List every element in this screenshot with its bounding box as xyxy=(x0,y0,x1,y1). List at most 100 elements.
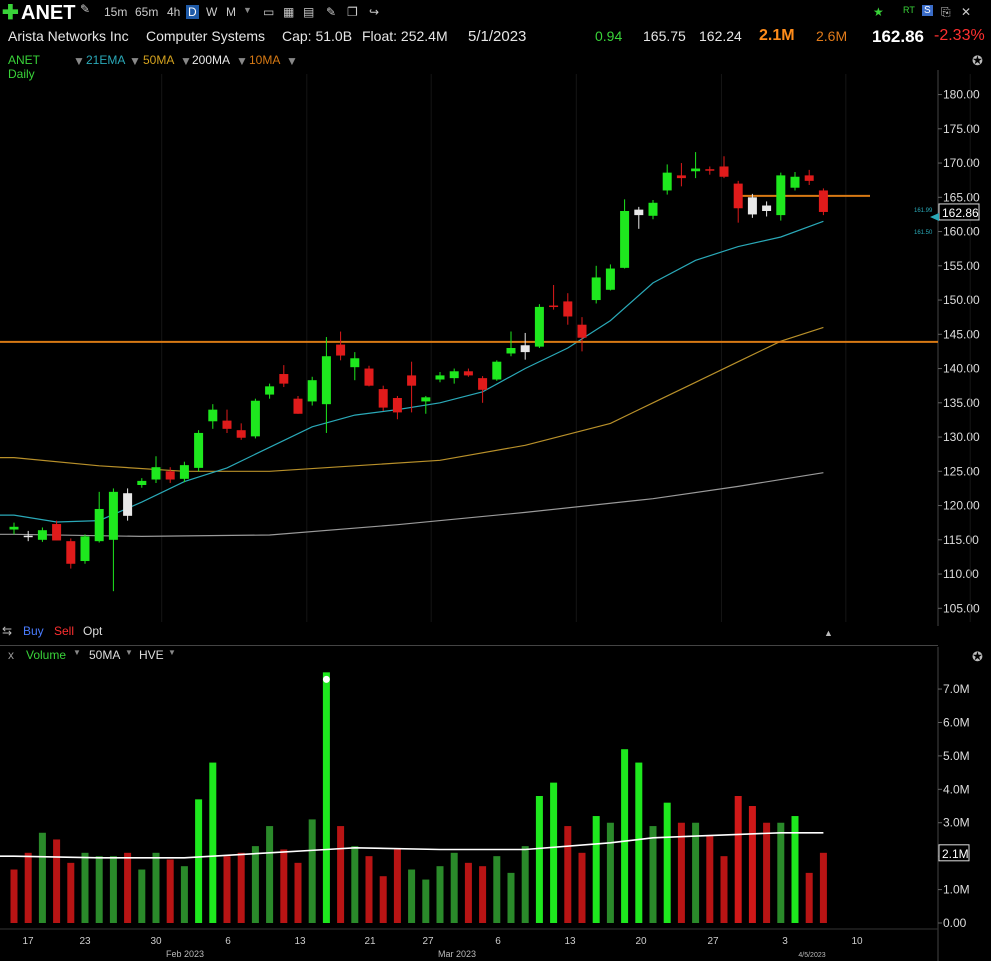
volume-bar xyxy=(138,869,146,923)
palette-icon[interactable]: ✪ xyxy=(972,53,983,69)
grid-icon[interactable]: ▦ xyxy=(283,5,294,19)
study-200ma[interactable]: 200MA xyxy=(192,53,230,67)
candle-body xyxy=(123,493,133,516)
vol-tick-label: 1.0M xyxy=(943,883,970,897)
volume-bar xyxy=(10,869,18,923)
chevron-down-icon[interactable]: ▼ xyxy=(168,648,176,657)
volume-bar xyxy=(692,822,700,923)
y-tick-label: 150.00 xyxy=(943,293,980,307)
calculator-icon[interactable]: ▤ xyxy=(303,5,314,19)
candle-body xyxy=(137,480,147,485)
volume-chart[interactable]: 7.0M6.0M5.0M4.0M3.0M2.0M1.0M0.002.1M1723… xyxy=(0,647,991,961)
study-50ma[interactable]: 50MA xyxy=(143,53,174,67)
candle-body xyxy=(620,211,630,268)
candle-body xyxy=(662,172,672,191)
high-volume-marker xyxy=(322,675,330,683)
x-tick-label: 27 xyxy=(707,936,719,947)
timeframe-w[interactable]: W xyxy=(206,5,217,19)
star-icon[interactable]: ★ xyxy=(873,5,884,19)
last-price-tag: 162.86 xyxy=(942,206,979,220)
timeframe-15m[interactable]: 15m xyxy=(104,5,127,19)
sector: Computer Systems xyxy=(146,28,266,44)
rt-icon[interactable]: RT xyxy=(903,5,915,15)
plus-icon[interactable]: ✚ xyxy=(2,0,19,25)
candle-body xyxy=(307,380,317,402)
volume-bar xyxy=(322,672,330,923)
sell-button[interactable]: Sell xyxy=(54,624,74,638)
timeframe-d[interactable]: D xyxy=(186,5,199,19)
candle-body xyxy=(364,368,374,386)
y-tick-label: 155.00 xyxy=(943,259,980,273)
pencil-icon[interactable]: ✎ xyxy=(326,5,336,19)
y-tick-label: 115.00 xyxy=(943,533,979,547)
x-month-label: 4/5/2023 xyxy=(798,952,825,959)
candle-body xyxy=(52,524,62,541)
copy-icon[interactable]: ❐ xyxy=(347,5,358,19)
volume-bar xyxy=(266,826,274,923)
x-tick-label: 21 xyxy=(364,936,376,947)
volume-bar xyxy=(677,822,685,923)
close-volume-icon[interactable]: x xyxy=(8,648,14,662)
chevron-down-icon[interactable]: ▼ xyxy=(286,54,298,68)
chevron-down-icon[interactable]: ▼ xyxy=(236,54,248,68)
tv-icon[interactable]: ▭ xyxy=(263,5,274,19)
candle-body xyxy=(421,397,431,402)
candle-body xyxy=(66,541,76,564)
price-chart[interactable]: 180.00 175.00 170.00 165.00 160.00 155.00 150.… xyxy=(0,70,991,626)
candle-body xyxy=(818,190,828,212)
study-volume[interactable]: Volume xyxy=(26,648,66,662)
volume-bar xyxy=(635,762,643,923)
ema-marker xyxy=(930,212,939,221)
volume-bar xyxy=(592,816,600,923)
study-hve[interactable]: HVE xyxy=(139,648,164,662)
volume-bar xyxy=(95,856,103,923)
volume-bar xyxy=(308,819,316,923)
candle-body xyxy=(506,348,516,354)
ticker-symbol[interactable]: ANET xyxy=(21,2,75,25)
chevron-down-icon[interactable]: ▼ xyxy=(129,54,141,68)
y-tick-label: 145.00 xyxy=(943,327,980,341)
x-tick-label: 20 xyxy=(635,936,647,947)
close-icon[interactable]: ✕ xyxy=(961,5,971,19)
study-21ema[interactable]: 21EMA xyxy=(86,53,125,67)
candle-body xyxy=(563,301,573,317)
palette-icon[interactable]: ✪ xyxy=(972,649,983,665)
volume-bar xyxy=(393,849,401,923)
link-icon[interactable]: ⎘ xyxy=(941,5,951,20)
buy-button[interactable]: Buy xyxy=(23,624,44,638)
volume-bar xyxy=(124,852,132,923)
timeframe-m[interactable]: M xyxy=(226,5,236,19)
study-10ma[interactable]: 10MA xyxy=(249,53,280,67)
volume-tag: 2.1M xyxy=(942,847,969,861)
x-tick-label: 3 xyxy=(782,936,788,947)
info-bar: Arista Networks Inc Computer Systems Cap… xyxy=(0,26,991,50)
candle-body xyxy=(80,536,90,562)
vol-tick-label: 3.0M xyxy=(943,816,970,830)
share-icon[interactable]: ↪ xyxy=(369,5,379,19)
crosshair-icon[interactable]: ⇆ xyxy=(2,624,12,638)
volume-bar xyxy=(450,852,458,923)
value-3: 162.24 xyxy=(699,28,742,44)
study-volume-50ma[interactable]: 50MA xyxy=(89,648,120,662)
chevron-down-icon[interactable]: ▼ xyxy=(243,5,252,15)
chevron-down-icon[interactable]: ▼ xyxy=(180,54,192,68)
volume-bar xyxy=(663,802,671,923)
candle-body xyxy=(336,344,346,356)
candle-body xyxy=(321,356,331,405)
collapse-up-icon[interactable]: ▲ xyxy=(824,628,833,638)
candle-body xyxy=(392,398,402,413)
s-icon[interactable]: S xyxy=(922,5,933,16)
candle-body xyxy=(350,358,360,368)
chevron-down-icon[interactable]: ▼ xyxy=(125,648,133,657)
date: 5/1/2023 xyxy=(468,28,527,45)
chevron-down-icon[interactable]: ▼ xyxy=(73,648,81,657)
chevron-down-icon[interactable]: ▼ xyxy=(73,54,85,68)
candle-body xyxy=(407,375,417,386)
volume-bar xyxy=(805,872,813,923)
candle-body xyxy=(605,268,615,290)
chart-style-icon[interactable]: ✎ xyxy=(80,2,90,16)
option-button[interactable]: Opt xyxy=(83,624,102,638)
timeframe-4h[interactable]: 4h xyxy=(167,5,180,19)
timeframe-65m[interactable]: 65m xyxy=(135,5,158,19)
candle-body xyxy=(208,409,218,422)
